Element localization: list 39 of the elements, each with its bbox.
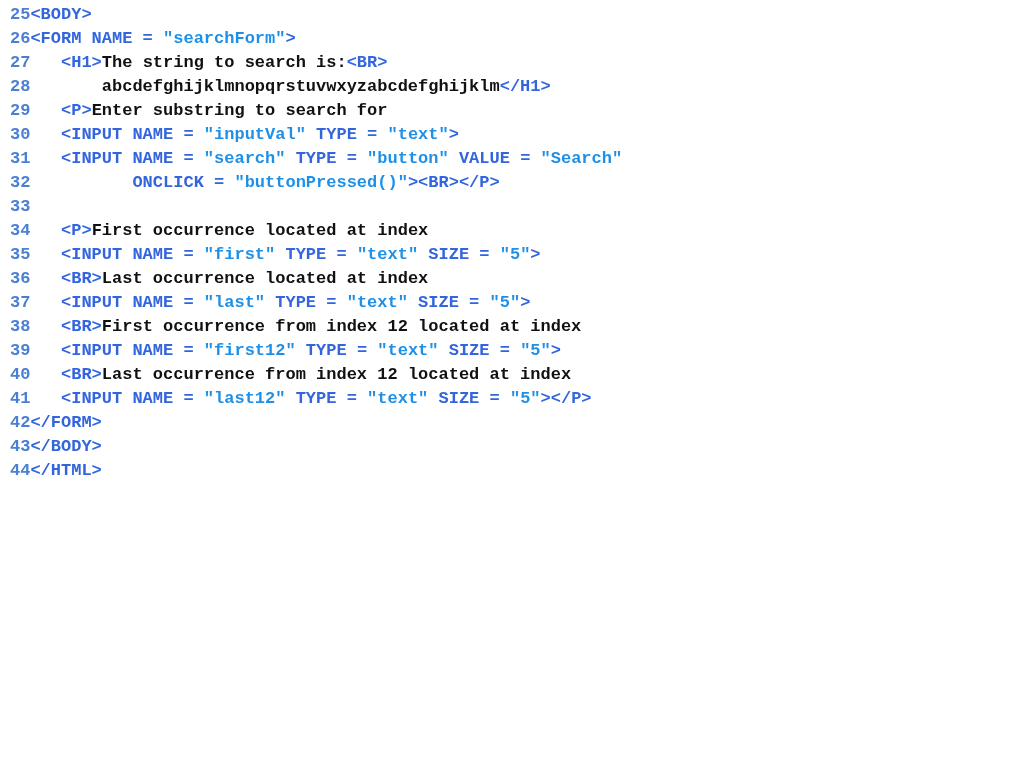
code-line: <BODY>	[30, 4, 92, 26]
line-number: 25	[10, 4, 31, 26]
code-line: </FORM>	[30, 412, 102, 434]
line-number: 26	[10, 28, 31, 50]
line-number: 40	[10, 364, 31, 386]
line-number: 41	[10, 388, 31, 410]
line-number: 35	[10, 244, 31, 266]
code-line: abcdefghijklmnopqrstuvwxyzabcdefghijklm</H1>	[100, 76, 551, 98]
code-line: </HTML>	[30, 460, 102, 482]
line-number: 43	[10, 436, 31, 458]
code-line: <INPUT NAME = "last12" TYPE = "text" SIZE = "5"></P>	[60, 388, 592, 410]
code-line: <BR>First occurrence from index 12 located at index	[60, 316, 582, 338]
code-line: <INPUT NAME = "last" TYPE = "text" SIZE = "5">	[60, 292, 531, 314]
code-line: <INPUT NAME = "search" TYPE = "button" VALUE = "Search"	[60, 148, 623, 170]
code-line: </BODY>	[30, 436, 102, 458]
line-number: 30	[10, 124, 31, 146]
code-line: <FORM NAME = "searchForm">	[30, 28, 296, 50]
line-number: 33	[10, 196, 31, 218]
code-line: <INPUT NAME = "first12" TYPE = "text" SIZE = "5">	[60, 340, 561, 362]
line-number: 28	[10, 76, 31, 98]
line-number: 32	[10, 172, 31, 194]
code-line: <BR>Last occurrence located at index	[60, 268, 429, 290]
code-line: <BR>Last occurrence from index 12 located at index	[60, 364, 572, 386]
code-line: <INPUT NAME = "inputVal" TYPE = "text">	[60, 124, 459, 146]
line-number: 29	[10, 100, 31, 122]
code-line: <P>First occurrence located at index	[60, 220, 429, 242]
code-line: <INPUT NAME = "first" TYPE = "text" SIZE = "5">	[60, 244, 541, 266]
line-number: 34	[10, 220, 31, 242]
line-number: 44	[10, 460, 31, 482]
code-line: <P>Enter substring to search for	[60, 100, 388, 122]
line-number: 36	[10, 268, 31, 290]
line-number: 42	[10, 412, 31, 434]
line-number: 39	[10, 340, 31, 362]
code-line: ONCLICK = "buttonPressed()"><BR></P>	[131, 172, 500, 194]
line-number: 31	[10, 148, 31, 170]
line-number: 27	[10, 52, 31, 74]
line-number: 38	[10, 316, 31, 338]
code-line: <H1>The string to search is:<BR>	[60, 52, 388, 74]
line-number: 37	[10, 292, 31, 314]
